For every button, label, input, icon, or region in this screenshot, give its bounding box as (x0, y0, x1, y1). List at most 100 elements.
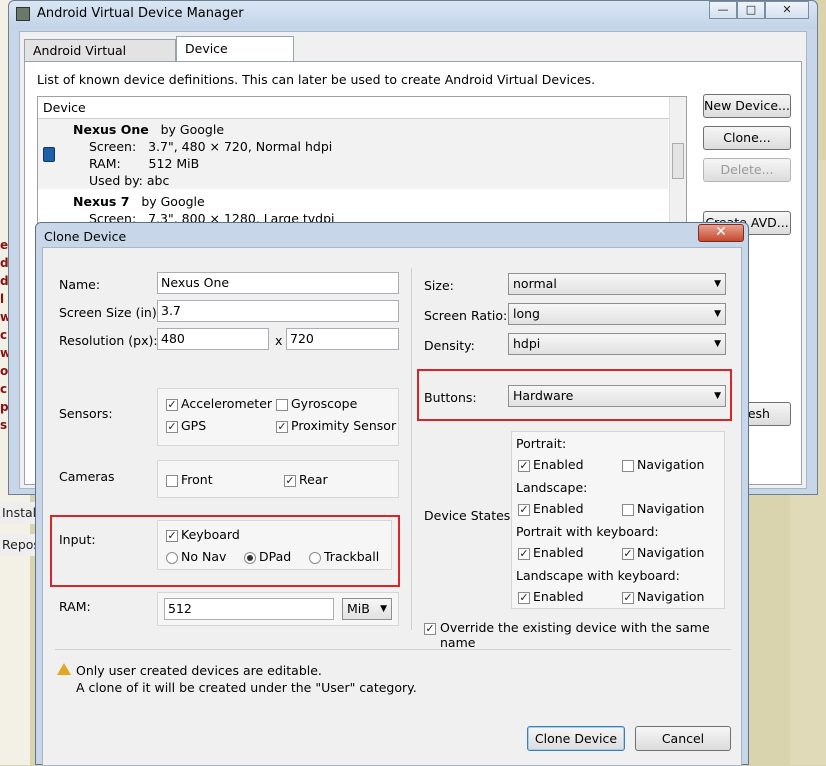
ram-label: RAM: (59, 599, 91, 614)
size-select[interactable]: normal ▼ (508, 273, 726, 295)
ram-field[interactable]: 512 (164, 598, 334, 620)
screen-size-label: Screen Size (in): (59, 305, 161, 320)
no-nav-label: No Nav (181, 549, 227, 564)
tab-device-definitions[interactable]: Device Definitions (176, 36, 294, 80)
device-used-by: Used by: abc (89, 173, 170, 188)
scrollbar-thumb[interactable] (672, 143, 684, 179)
ram-group: 512 MiB ▼ (157, 592, 399, 626)
state-title-landscape-keyboard: Landscape with keyboard: (516, 568, 680, 583)
chevron-down-icon: ▼ (714, 339, 721, 349)
dpad-radio[interactable] (244, 552, 256, 564)
list-header-device[interactable]: Device (38, 97, 686, 119)
portrait-keyboard-navigation-label: Navigation (637, 545, 705, 560)
ram-unit-select[interactable]: MiB ▼ (342, 598, 392, 620)
warning-text-1: Only user created devices are editable. (76, 663, 322, 678)
device-vendor: by Google (141, 194, 205, 209)
gps-checkbox[interactable]: ✓ (166, 421, 178, 433)
no-nav-radio[interactable] (166, 552, 178, 564)
device-states-group: Portrait: ✓ Enabled Navigation Landscape… (511, 431, 725, 609)
portrait-enabled-checkbox[interactable]: ✓ (518, 460, 530, 472)
portrait-navigation-checkbox[interactable] (622, 460, 634, 472)
proximity-label: Proximity Sensor (291, 418, 397, 433)
landscape-navigation-label: Navigation (637, 501, 705, 516)
landscape-navigation-checkbox[interactable] (622, 504, 634, 516)
override-checkbox[interactable]: ✓ (424, 623, 436, 635)
device-screen: Screen: 3.7", 480 × 720, Normal hdpi (89, 139, 333, 154)
input-label: Input: (59, 532, 96, 547)
screen-size-field[interactable]: 3.7 (157, 300, 399, 322)
device-states-label: Device States: (424, 508, 515, 523)
cameras-label: Cameras (59, 469, 115, 484)
cancel-button[interactable]: Cancel (635, 726, 731, 751)
portrait-keyboard-enabled-label: Enabled (533, 545, 584, 560)
panel-description: List of known device definitions. This c… (37, 72, 596, 87)
minimize-button[interactable]: — (709, 1, 737, 19)
device-icon (43, 147, 55, 162)
clone-device-dialog: Clone Device ✕ Name: Nexus One Screen Si… (35, 222, 749, 766)
portrait-keyboard-navigation-checkbox[interactable]: ✓ (622, 548, 634, 560)
trackball-radio[interactable] (309, 552, 321, 564)
sensors-label: Sensors: (59, 406, 113, 421)
proximity-checkbox[interactable]: ✓ (276, 421, 288, 433)
chevron-down-icon: ▼ (714, 279, 721, 289)
landscape-enabled-label: Enabled (533, 501, 584, 516)
resolution-height-field[interactable]: 720 (286, 328, 399, 350)
gps-label: GPS (181, 418, 207, 433)
cameras-group: Front ✓ Rear (157, 460, 399, 498)
portrait-enabled-label: Enabled (533, 457, 584, 472)
screen-ratio-label: Screen Ratio: (424, 308, 508, 323)
landscape-keyboard-enabled-checkbox[interactable]: ✓ (518, 592, 530, 604)
clone-device-button[interactable]: Clone Device (527, 726, 625, 751)
device-ram: RAM: 512 MiB (89, 156, 200, 171)
trackball-label: Trackball (324, 549, 380, 564)
list-item[interactable]: Nexus One by Google Screen: 3.7", 480 × … (38, 119, 668, 189)
avd-title-bar: Android Virtual Device Manager — □ ✕ (9, 1, 817, 29)
screen-ratio-select[interactable]: long ▼ (508, 303, 726, 325)
bg-fragment: e (0, 238, 9, 252)
buttons-label: Buttons: (424, 390, 477, 405)
density-value: hdpi (513, 336, 541, 351)
gyroscope-label: Gyroscope (291, 396, 358, 411)
dialog-close-button[interactable]: ✕ (698, 224, 744, 242)
override-label: Override the existing device with the sa… (440, 620, 710, 650)
tab-android-virtual-devices[interactable]: Android Virtual Devices (24, 39, 176, 80)
device-vendor: by Google (160, 122, 225, 137)
bg-fragment: s (0, 418, 8, 432)
warning-text-2: A clone of it will be created under the … (76, 680, 417, 695)
landscape-enabled-checkbox[interactable]: ✓ (518, 504, 530, 516)
chevron-down-icon: ▼ (714, 391, 721, 401)
front-camera-label: Front (181, 472, 213, 487)
buttons-select[interactable]: Hardware ▼ (508, 385, 726, 407)
portrait-keyboard-enabled-checkbox[interactable]: ✓ (518, 548, 530, 560)
bg-fragment: l (0, 292, 5, 306)
front-camera-checkbox[interactable] (166, 475, 178, 487)
sensors-group: ✓ Accelerometer Gyroscope ✓ GPS ✓ Proxim… (157, 388, 399, 446)
landscape-keyboard-navigation-label: Navigation (637, 589, 705, 604)
state-title-landscape: Landscape: (516, 480, 588, 495)
keyboard-checkbox[interactable]: ✓ (166, 530, 178, 542)
bg-fragment: c (0, 328, 8, 342)
delete-button[interactable]: Delete... (703, 158, 791, 182)
maximize-button[interactable]: □ (737, 1, 765, 19)
accelerometer-checkbox[interactable]: ✓ (166, 399, 178, 411)
clone-button[interactable]: Clone... (703, 126, 791, 150)
buttons-value: Hardware (513, 388, 574, 403)
keyboard-label: Keyboard (181, 527, 240, 542)
new-device-button[interactable]: New Device... (703, 94, 791, 118)
name-label: Name: (59, 277, 101, 292)
dialog-client: Name: Nexus One Screen Size (in): 3.7 Re… (42, 247, 742, 766)
state-title-portrait: Portrait: (516, 436, 567, 451)
gyroscope-checkbox[interactable] (276, 399, 288, 411)
column-divider (411, 268, 412, 630)
dialog-separator (55, 649, 731, 650)
density-select[interactable]: hdpi ▼ (508, 333, 726, 355)
portrait-navigation-label: Navigation (637, 457, 705, 472)
rear-camera-checkbox[interactable]: ✓ (284, 475, 296, 487)
bg-fragment: c (0, 382, 8, 396)
resolution-width-field[interactable]: 480 (157, 328, 269, 350)
close-window-button[interactable]: ✕ (765, 1, 809, 19)
name-field[interactable]: Nexus One (157, 272, 399, 294)
device-name: Nexus 7 (73, 194, 130, 209)
chevron-down-icon: ▼ (714, 309, 721, 319)
landscape-keyboard-navigation-checkbox[interactable]: ✓ (622, 592, 634, 604)
